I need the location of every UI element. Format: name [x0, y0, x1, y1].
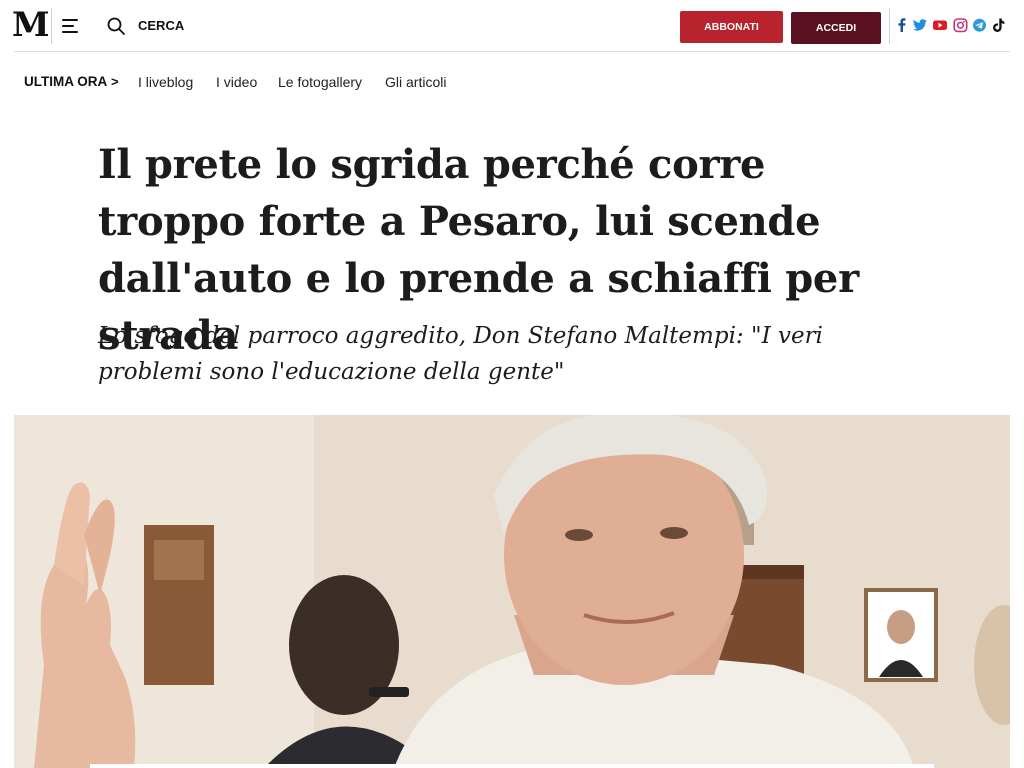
- nav-link-video[interactable]: I video: [216, 70, 257, 94]
- logo-divider: [51, 8, 52, 44]
- instagram-icon[interactable]: [953, 17, 968, 33]
- chevron-right-icon: >: [111, 74, 119, 89]
- hamburger-icon: [62, 19, 78, 21]
- tiktok-icon[interactable]: [992, 17, 1006, 33]
- telegram-icon[interactable]: [972, 17, 987, 33]
- facebook-icon[interactable]: [895, 17, 909, 33]
- hero-photo: [14, 415, 1010, 768]
- search-label[interactable]: CERCA: [138, 17, 184, 35]
- subscribe-button[interactable]: ABBONATI: [680, 11, 783, 43]
- nav-link-liveblog[interactable]: I liveblog: [138, 70, 193, 94]
- top-header: M CERCA ABBONATI ACCEDI: [0, 0, 1024, 52]
- twitter-icon[interactable]: [912, 17, 928, 33]
- login-button[interactable]: ACCEDI: [791, 12, 881, 44]
- article-subtitle: Lo sfogo del parroco aggredito, Don Stef…: [98, 323, 823, 385]
- hamburger-line: [62, 31, 78, 33]
- menu-button[interactable]: [60, 15, 80, 37]
- ultima-ora-link[interactable]: ULTIMA ORA: [24, 70, 107, 94]
- hamburger-line: [62, 25, 74, 27]
- caption-bar: [90, 764, 934, 768]
- hero-image[interactable]: [14, 415, 1010, 768]
- youtube-icon[interactable]: [932, 17, 948, 33]
- social-divider: [889, 8, 890, 44]
- nav-link-fotogallery[interactable]: Le fotogallery: [278, 70, 362, 94]
- header-divider: [14, 51, 1010, 52]
- site-logo[interactable]: M: [12, 8, 50, 42]
- nav-link-articoli[interactable]: Gli articoli: [385, 70, 446, 94]
- search-icon[interactable]: [106, 16, 126, 36]
